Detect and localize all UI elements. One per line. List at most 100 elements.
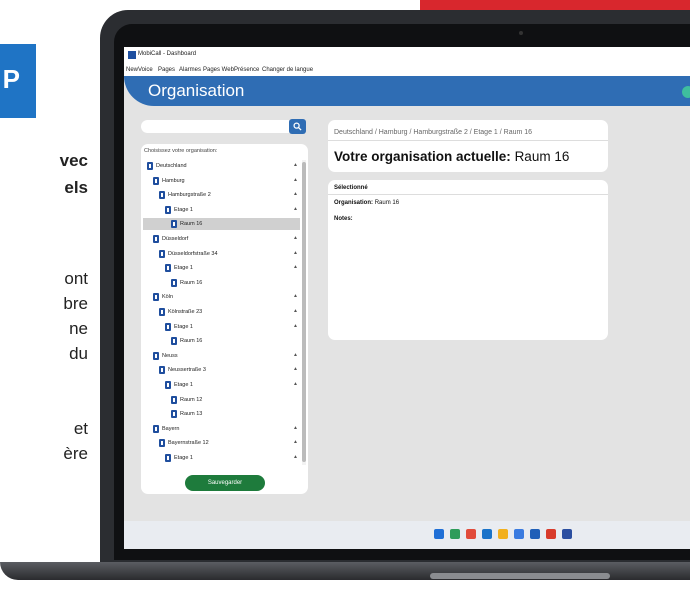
tree-item-label: Raum 16 xyxy=(180,338,203,345)
tree-item-label: Raum 13 xyxy=(180,411,203,418)
tree-item-label: Etage 1 xyxy=(174,206,193,213)
tree-item[interactable]: Bayern ▲ xyxy=(143,423,300,435)
tree-item[interactable]: Etage 1 ▲ xyxy=(143,452,300,464)
tree-item-label: Deutschland xyxy=(156,163,187,169)
chevron-up-icon[interactable]: ▲ xyxy=(293,191,298,197)
background-text-line: ère xyxy=(63,444,88,463)
chevron-up-icon[interactable]: ▲ xyxy=(293,323,298,329)
selected-title: Sélectionné xyxy=(334,185,368,191)
current-organisation: Votre organisation actuelle: Raum 16 xyxy=(334,149,569,164)
page-header: Organisation xyxy=(124,76,690,106)
store-icon[interactable] xyxy=(530,529,540,539)
tree-item[interactable]: Neuss ▲ xyxy=(143,350,300,362)
background-text-line: ne xyxy=(69,319,88,338)
building-icon xyxy=(165,454,171,462)
tree-item-label: Neuss xyxy=(162,352,178,359)
menu-pages-web[interactable]: Pages Web xyxy=(203,67,234,73)
chevron-up-icon[interactable]: ▲ xyxy=(293,352,298,358)
tree-item[interactable]: Raum 12 xyxy=(143,394,300,406)
chevron-up-icon[interactable]: ▲ xyxy=(293,162,298,168)
menu-alarmes[interactable]: Alarmes xyxy=(179,67,201,73)
tree-item[interactable]: Raum 13 xyxy=(143,408,300,420)
building-icon xyxy=(159,439,165,448)
chevron-up-icon[interactable]: ▲ xyxy=(293,177,298,183)
tree-item[interactable]: Etage 1 ▲ xyxy=(143,262,300,274)
tree-item[interactable]: Bayernstraße 12 ▲ xyxy=(143,437,300,449)
window-titlebar: MobiCall - Dashboard xyxy=(124,47,690,64)
breadcrumb: Deutschland / Hamburg / Hamburgstraße 2 … xyxy=(334,129,533,136)
chevron-up-icon[interactable]: ▲ xyxy=(293,366,298,372)
building-icon xyxy=(153,235,159,243)
menu-bar: NewVoice Pages Alarmes Pages Web Présenc… xyxy=(124,64,690,76)
menu-presence[interactable]: Présence xyxy=(234,67,259,73)
chevron-up-icon[interactable]: ▲ xyxy=(293,381,298,387)
search-input[interactable] xyxy=(141,120,289,133)
chevron-up-icon[interactable]: ▲ xyxy=(293,308,298,314)
chevron-up-icon[interactable]: ▲ xyxy=(293,425,298,431)
app-icon[interactable] xyxy=(514,529,524,539)
chevron-up-icon[interactable]: ▲ xyxy=(293,293,298,299)
menu-language[interactable]: Changer de langue xyxy=(262,67,313,73)
tree-item[interactable]: Düsseldorf ▲ xyxy=(143,233,300,245)
divider xyxy=(328,140,608,141)
building-icon xyxy=(165,322,171,331)
tree-scrollbar[interactable] xyxy=(302,160,306,465)
current-organisation-card: Deutschland / Hamburg / Hamburgstraße 2 … xyxy=(328,120,608,172)
chevron-up-icon[interactable]: ▲ xyxy=(293,264,298,270)
background-text-line: vec xyxy=(59,151,88,170)
tree-item[interactable]: Düsseldorfstraße 34 ▲ xyxy=(143,248,300,260)
office-icon[interactable] xyxy=(546,529,556,539)
divider xyxy=(328,194,608,195)
search-button[interactable] xyxy=(289,119,306,134)
edge-icon[interactable] xyxy=(482,529,492,539)
chrome-icon[interactable] xyxy=(450,529,460,539)
tree-item[interactable]: Neussertraße 3 ▲ xyxy=(143,364,300,376)
menu-newvoice[interactable]: NewVoice xyxy=(126,67,153,73)
building-icon xyxy=(171,278,177,287)
tree-item[interactable]: Hamburgstraße 2 ▲ xyxy=(143,189,300,201)
tree-item-label: Raum 16 xyxy=(180,221,203,228)
tree-item[interactable]: Köln ▲ xyxy=(143,291,300,303)
chevron-up-icon[interactable]: ▲ xyxy=(293,454,298,460)
tree-item-label: Düsseldorfstraße 34 xyxy=(168,250,218,257)
chevron-up-icon[interactable]: ▲ xyxy=(293,235,298,241)
file-explorer-icon[interactable] xyxy=(498,529,508,539)
app-icon xyxy=(128,51,136,59)
background-text-line: ont xyxy=(64,269,88,288)
chevron-up-icon[interactable]: ▲ xyxy=(293,439,298,445)
save-button[interactable]: Sauvegarder xyxy=(185,475,265,491)
tree-item-label: Bayern xyxy=(162,425,180,432)
avatar[interactable] xyxy=(682,86,690,98)
tree-item[interactable]: Deutschland ▲ xyxy=(143,160,300,172)
tree-item[interactable]: Etage 1 ▲ xyxy=(143,204,300,216)
mobicall-icon[interactable] xyxy=(562,529,572,539)
building-icon xyxy=(159,308,165,316)
tree-item[interactable]: Etage 1 ▲ xyxy=(143,379,300,391)
tree-item-label: Kölnstraße 23 xyxy=(168,309,203,315)
screen: MobiCall - Dashboard NewVoice Pages Alar… xyxy=(124,47,690,549)
building-icon xyxy=(171,220,177,229)
building-icon xyxy=(153,176,159,185)
tree-item-label: Etage 1 xyxy=(174,382,193,388)
organisation-tree: Deutschland ▲ Hamburg ▲ Hamburgstraße 2 ▲ Etag… xyxy=(143,160,300,465)
tree-item[interactable]: Raum 16 xyxy=(143,277,300,289)
tree-item[interactable]: Raum 16 xyxy=(143,218,300,231)
organisation-value: Raum 16 xyxy=(374,200,400,206)
menu-pages[interactable]: Pages xyxy=(158,67,175,73)
tree-item-label: Bayernstraße 12 xyxy=(168,440,209,447)
tree-item[interactable]: Raum 16 xyxy=(143,335,300,347)
taskbar xyxy=(124,521,690,549)
tree-item[interactable]: Etage 1 ▲ xyxy=(143,321,300,333)
building-icon xyxy=(153,293,159,302)
tree-item-label: Etage 1 xyxy=(174,455,193,461)
badge-letter: P xyxy=(2,64,20,94)
tree-item[interactable]: Kölnstraße 23 ▲ xyxy=(143,306,300,318)
tree-item[interactable]: Hamburg ▲ xyxy=(143,175,300,187)
browser-icon[interactable] xyxy=(466,529,476,539)
chevron-up-icon[interactable]: ▲ xyxy=(293,206,298,212)
windows-start-icon[interactable] xyxy=(434,529,444,539)
chevron-up-icon[interactable]: ▲ xyxy=(293,250,298,256)
page-title: Organisation xyxy=(148,81,245,100)
building-icon xyxy=(165,264,171,273)
scrollbar-thumb[interactable] xyxy=(302,162,306,462)
